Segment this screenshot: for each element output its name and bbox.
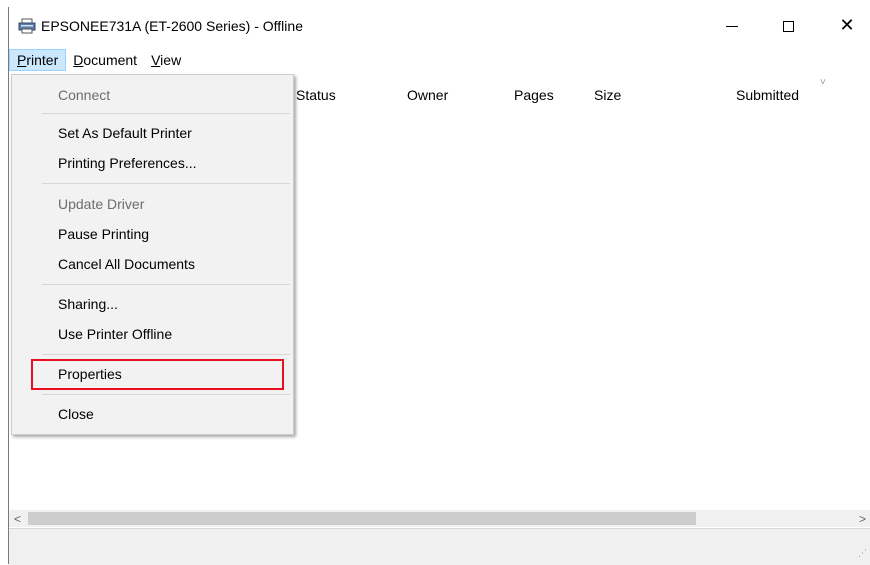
menu-separator xyxy=(42,113,290,114)
scroll-right-icon[interactable]: > xyxy=(854,510,870,527)
resize-grip-icon[interactable]: ⋰ xyxy=(858,548,867,559)
printer-menu-dropdown: Connect Set As Default Printer Printing … xyxy=(11,74,294,435)
menu-item-use-printer-offline[interactable]: Use Printer Offline xyxy=(13,321,292,347)
minimize-button[interactable] xyxy=(709,7,755,45)
column-header-owner[interactable]: Owner xyxy=(407,81,448,109)
title-bar[interactable]: EPSONEE731A (ET-2600 Series) - Offline ✕ xyxy=(9,7,870,45)
menu-bar: Printer Document View xyxy=(9,49,188,71)
menu-view-mnemonic: V xyxy=(151,52,161,68)
minimize-icon xyxy=(726,25,738,27)
maximize-button[interactable] xyxy=(765,7,811,45)
menu-separator xyxy=(42,183,290,184)
column-header-pages[interactable]: Pages xyxy=(514,81,554,109)
menu-item-update-driver[interactable]: Update Driver xyxy=(13,191,292,217)
menu-separator xyxy=(42,394,290,395)
menu-document-mnemonic: D xyxy=(73,52,84,68)
horizontal-scrollbar[interactable]: < > xyxy=(9,510,870,527)
menu-item-pause-printing[interactable]: Pause Printing xyxy=(13,221,292,247)
column-header-status[interactable]: Status xyxy=(296,81,336,109)
menu-separator xyxy=(42,284,290,285)
menu-item-printing-preferences[interactable]: Printing Preferences... xyxy=(13,150,292,176)
menu-view-label: iew xyxy=(160,52,182,68)
menu-item-cancel-all-documents[interactable]: Cancel All Documents xyxy=(13,251,292,277)
scroll-left-icon[interactable]: < xyxy=(9,510,26,527)
menu-item-close[interactable]: Close xyxy=(13,401,292,427)
close-icon: ✕ xyxy=(839,15,855,36)
properties-highlight-box xyxy=(31,359,284,390)
maximize-icon xyxy=(782,20,794,32)
status-bar: ⋰ xyxy=(9,528,870,565)
menu-document[interactable]: Document xyxy=(66,49,144,71)
menu-view[interactable]: View xyxy=(144,49,188,71)
menu-item-set-default-printer[interactable]: Set As Default Printer xyxy=(13,120,292,146)
menu-printer-mnemonic: P xyxy=(17,52,27,68)
window-title: EPSONEE731A (ET-2600 Series) - Offline xyxy=(41,18,303,34)
column-header-size[interactable]: Size xyxy=(594,81,621,109)
sort-chevron-icon: ˅ xyxy=(820,77,826,88)
menu-printer[interactable]: Printer xyxy=(9,49,67,71)
menu-document-label: ocument xyxy=(83,52,138,68)
column-header-submitted[interactable]: Submitted xyxy=(736,81,799,109)
menu-separator xyxy=(42,354,290,355)
printer-icon xyxy=(18,18,36,34)
menu-printer-label: rinter xyxy=(26,52,59,68)
menu-item-connect[interactable]: Connect xyxy=(13,82,292,108)
menu-item-sharing[interactable]: Sharing... xyxy=(13,291,292,317)
close-window-button[interactable]: ✕ xyxy=(824,7,870,45)
scrollbar-thumb[interactable] xyxy=(28,512,696,525)
